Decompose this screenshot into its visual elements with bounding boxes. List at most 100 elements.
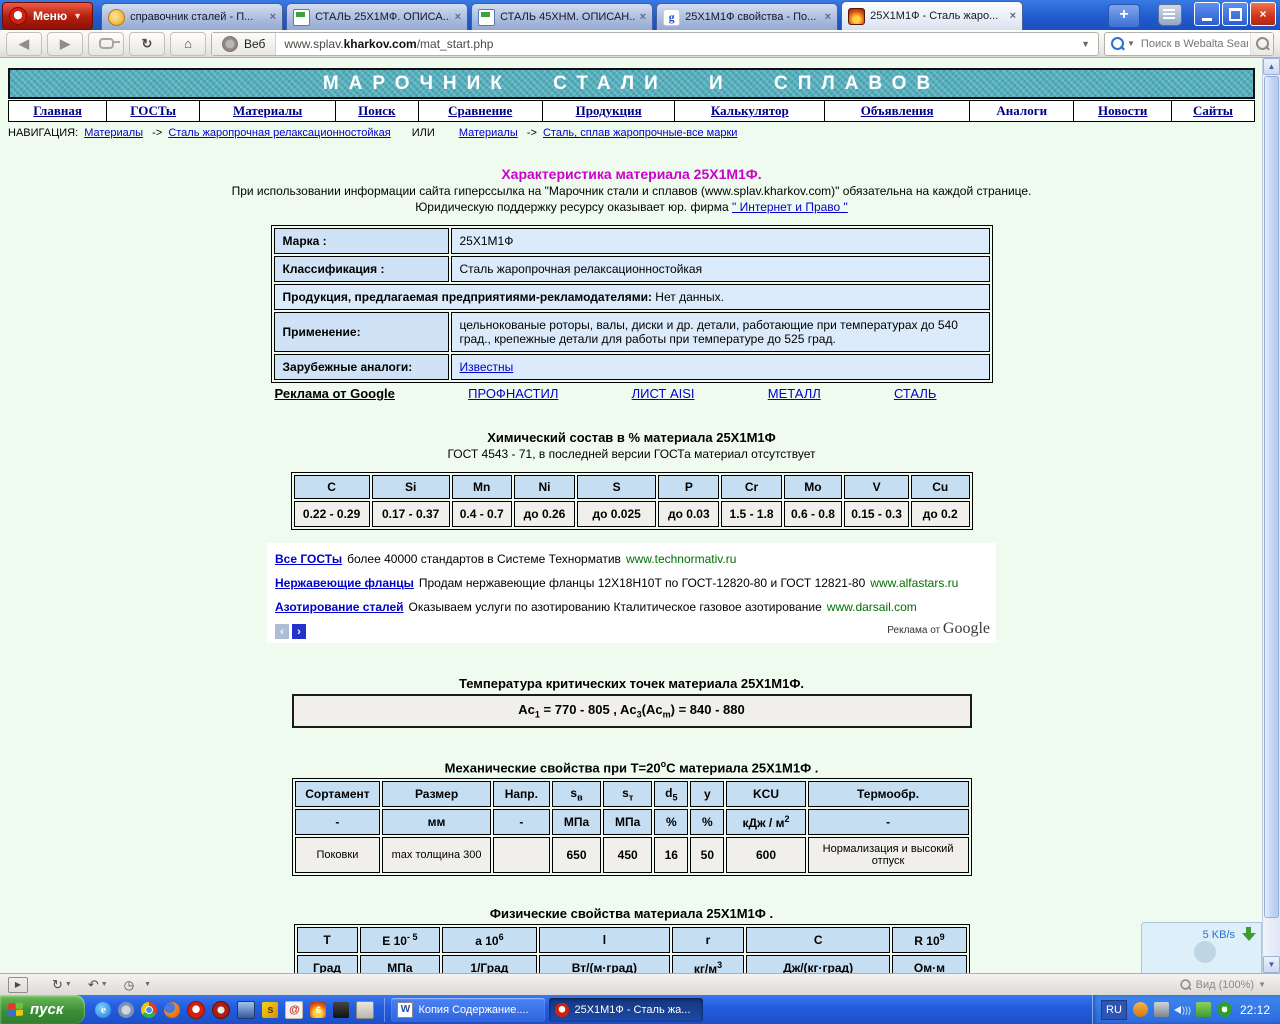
- nav-item-новости[interactable]: Новости: [1074, 101, 1173, 121]
- info-table-cell[interactable]: Известны: [450, 354, 990, 380]
- new-tab-button[interactable]: +: [1108, 4, 1140, 28]
- nav-item-аналоги[interactable]: Аналоги: [970, 101, 1075, 121]
- ad-link[interactable]: Реклама от Google: [275, 386, 395, 401]
- winamp-icon[interactable]: s: [262, 1001, 279, 1018]
- address-dropdown-icon[interactable]: ▼: [1073, 39, 1098, 49]
- scroll-down-button[interactable]: ▼: [1263, 956, 1280, 973]
- mail-icon[interactable]: @: [285, 1000, 304, 1019]
- nav-item-госты[interactable]: ГОСТы: [107, 101, 201, 121]
- mech-table-cell: %: [690, 809, 725, 836]
- google-ad-url: www.technormativ.ru: [625, 552, 737, 566]
- mech-table-cell: Поковки: [294, 837, 381, 874]
- restore-button[interactable]: [1222, 2, 1248, 26]
- nav-item-объявления[interactable]: Объявления: [825, 101, 971, 121]
- close-button[interactable]: ×: [1250, 2, 1276, 26]
- search-go-button[interactable]: [1250, 32, 1273, 55]
- nav-item-продукция[interactable]: Продукция: [543, 101, 676, 121]
- key-button[interactable]: [88, 31, 124, 56]
- reload-button[interactable]: ↻: [129, 31, 165, 56]
- browser-tab[interactable]: СТАЛЬ 45ХНМ. ОПИСАН... ×: [471, 3, 654, 30]
- tab-close-icon[interactable]: ×: [1010, 10, 1016, 22]
- utorrent-icon[interactable]: u: [1216, 1002, 1232, 1017]
- back-button[interactable]: ◀: [6, 31, 42, 56]
- flame6-icon[interactable]: 6: [310, 1001, 327, 1018]
- opera-qicon[interactable]: [187, 1000, 206, 1019]
- ad-link[interactable]: СТАЛЬ: [894, 386, 937, 401]
- nav-item-главная[interactable]: Главная: [9, 101, 108, 121]
- download-arrow-icon[interactable]: [1242, 927, 1256, 943]
- nav-item-сайты[interactable]: Сайты: [1172, 101, 1254, 121]
- search-input[interactable]: [1138, 36, 1250, 51]
- browser-tab[interactable]: g 25Х1М1Ф свойства - По... ×: [656, 3, 839, 30]
- taskbar-clock: 22:12: [1239, 1002, 1270, 1017]
- taskbar-button[interactable]: W Копия Содержание....: [391, 997, 546, 1022]
- vertical-scrollbar[interactable]: ▲ ▼: [1262, 58, 1280, 973]
- closed-tabs-trash-button[interactable]: [1158, 4, 1182, 26]
- tab-close-icon[interactable]: ×: [270, 11, 276, 23]
- address-text[interactable]: www.splav.kharkov.com/mat_start.php: [276, 37, 1073, 51]
- media-icon[interactable]: [212, 1000, 231, 1019]
- ads-prev-button[interactable]: ‹: [275, 624, 289, 639]
- browser-tab[interactable]: справочник сталей - П... ×: [101, 3, 284, 30]
- archive-icon[interactable]: [356, 1000, 375, 1019]
- breadcrumb-link-materials[interactable]: Материалы: [84, 127, 143, 139]
- google-ad-text: Оказываем услуги по азотированию Кталити…: [408, 600, 822, 614]
- nav-item-поиск[interactable]: Поиск: [336, 101, 419, 121]
- address-bar[interactable]: Веб www.splav.kharkov.com/mat_start.php …: [211, 31, 1099, 56]
- search-bar[interactable]: ▼: [1104, 31, 1274, 56]
- breadcrumb-link-all-grades[interactable]: Сталь, сплав жаропрочные-все марки: [543, 127, 737, 139]
- chrome-icon[interactable]: [141, 1001, 158, 1018]
- start-button[interactable]: пуск: [0, 995, 86, 1024]
- scrollbar-thumb[interactable]: [1264, 76, 1279, 918]
- tab-close-icon[interactable]: ×: [455, 11, 461, 23]
- ad-link[interactable]: МЕТАЛЛ: [768, 386, 821, 401]
- browser-tab[interactable]: СТАЛЬ 25Х1МФ. ОПИСА... ×: [286, 3, 469, 30]
- qip-icon[interactable]: [1132, 1002, 1148, 1017]
- display-icon[interactable]: [237, 1000, 256, 1019]
- breadcrumb-link-materials-2[interactable]: Материалы: [459, 127, 518, 139]
- language-indicator[interactable]: RU: [1100, 999, 1127, 1020]
- google-ad-text: более 40000 стандартов в Системе Технорм…: [347, 552, 621, 566]
- google-ad-link[interactable]: Азотирование сталей: [275, 600, 404, 614]
- breadcrumb-link-category[interactable]: Сталь жаропрочная релаксационностойкая: [168, 127, 390, 139]
- nav-item-сравнение[interactable]: Сравнение: [419, 101, 543, 121]
- forward-button[interactable]: ▶: [47, 31, 83, 56]
- nav-item-материалы[interactable]: Материалы: [200, 101, 337, 121]
- info-table-cell: Применение:: [273, 312, 449, 352]
- scroll-up-button[interactable]: ▲: [1263, 58, 1280, 75]
- browser-tab[interactable]: 25Х1М1Ф - Сталь жаро... ×: [841, 1, 1024, 30]
- turbo-gauge-icon: ◷: [123, 977, 135, 992]
- firefox-icon[interactable]: [164, 1001, 181, 1018]
- zoom-control[interactable]: Вид (100%) ▼: [1179, 978, 1280, 991]
- taskbar-button[interactable]: 25Х1М1Ф - Сталь жа...: [549, 997, 704, 1022]
- phys-table-cell: R 109: [892, 927, 967, 954]
- player-icon[interactable]: [333, 1001, 350, 1018]
- google-ad-link[interactable]: Нержавеющие фланцы: [275, 576, 414, 590]
- search-engine-dropdown[interactable]: ▼: [1105, 37, 1139, 50]
- foreign-analogs-link[interactable]: Известны: [460, 360, 514, 374]
- globe2-icon[interactable]: [118, 1001, 135, 1018]
- home-button[interactable]: ⌂: [170, 31, 206, 56]
- opera-menu-button[interactable]: Меню ▼: [2, 2, 94, 30]
- tab-close-icon[interactable]: ×: [640, 11, 646, 23]
- unite-button[interactable]: ↶ ▼: [88, 977, 108, 993]
- ad-link[interactable]: ПРОФНАСТИЛ: [468, 386, 558, 401]
- info-table-cell: Продукция, предлагаемая предприятиями-ре…: [273, 284, 990, 310]
- tab-close-icon[interactable]: ×: [825, 11, 831, 23]
- ads-next-button[interactable]: ›: [292, 624, 306, 639]
- panel-toggle-button[interactable]: ▶: [8, 976, 28, 993]
- ie-icon[interactable]: e: [95, 1001, 112, 1018]
- google-ad-link[interactable]: Все ГОСТы: [275, 552, 342, 566]
- turbo-button[interactable]: ◷ ▼: [124, 978, 151, 992]
- web-dropdown-button[interactable]: Веб: [212, 32, 277, 55]
- legal-link[interactable]: " Интернет и Право ": [732, 200, 848, 214]
- volume-icon[interactable]: ))): [1173, 1002, 1191, 1017]
- sync-button[interactable]: ↻ ▼: [52, 977, 72, 993]
- update-icon[interactable]: [1195, 1002, 1211, 1017]
- ad-link[interactable]: ЛИСТ AISI: [632, 386, 695, 401]
- minimize-button[interactable]: [1194, 2, 1220, 26]
- chem-table-cell: 0.22 - 0.29: [293, 501, 370, 527]
- nav-item-калькулятор[interactable]: Калькулятор: [675, 101, 826, 121]
- network-icon[interactable]: [1153, 1002, 1169, 1017]
- chem-table-cell: 1.5 - 1.8: [721, 501, 782, 527]
